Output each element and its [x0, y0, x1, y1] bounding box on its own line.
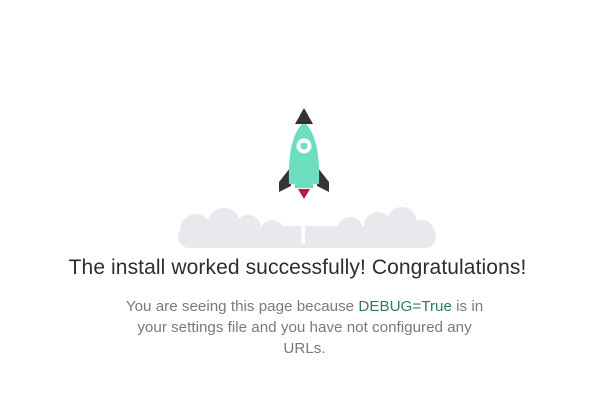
page-title: The install worked successfully! Congrat… — [68, 256, 527, 279]
status-message: You are seeing this page because DEBUG=T… — [117, 296, 492, 359]
cloud-icon — [178, 207, 436, 248]
message-text-before: You are seeing this page because — [125, 298, 359, 315]
exhaust-trail — [301, 198, 305, 244]
launch-illustration — [178, 108, 436, 248]
install-success-page: The install worked successfully! Congrat… — [0, 0, 595, 409]
debug-setting-highlight: DEBUG=True — [358, 298, 452, 315]
rocket-icon — [279, 108, 329, 199]
